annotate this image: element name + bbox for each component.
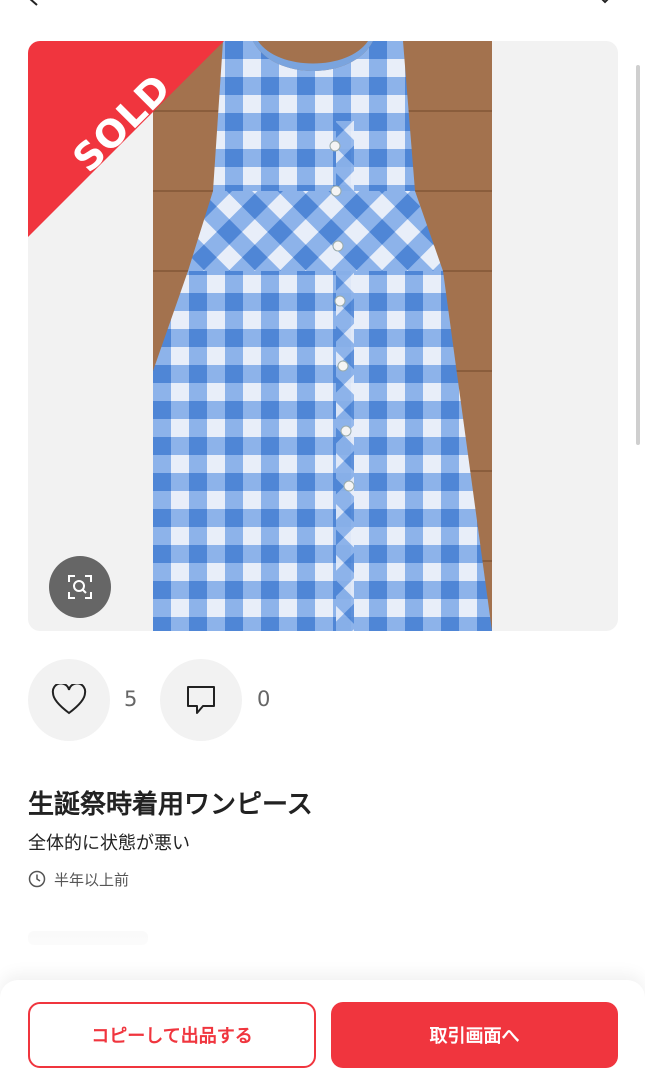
posted-time: 半年以上前 xyxy=(28,869,129,889)
product-image-carousel[interactable]: SOLD xyxy=(28,41,618,631)
zoom-scan-icon xyxy=(68,575,92,599)
like-button[interactable] xyxy=(28,659,110,741)
bottom-action-bar: コピーして出品する 取引画面へ xyxy=(0,980,645,1080)
comment-button[interactable] xyxy=(160,659,242,741)
comment-count: 0 xyxy=(257,687,271,711)
product-condition: 全体的に状態が悪い xyxy=(28,833,190,854)
chevron-left-icon[interactable] xyxy=(24,0,44,8)
top-bar xyxy=(0,0,645,30)
comment-icon xyxy=(187,686,215,714)
posted-time-text: 半年以上前 xyxy=(54,870,130,889)
zoom-button[interactable] xyxy=(49,556,111,618)
chevron-down-icon[interactable] xyxy=(595,0,615,8)
product-title: 生誕祭時着用ワンピース xyxy=(28,790,313,820)
fade-overlay xyxy=(0,915,645,975)
heart-icon xyxy=(51,684,87,715)
copy-listing-button[interactable]: コピーして出品する xyxy=(28,1002,316,1068)
go-to-trade-button[interactable]: 取引画面へ xyxy=(331,1002,618,1068)
engagement-row: 5 0 xyxy=(28,659,328,741)
scrollbar[interactable] xyxy=(636,65,640,445)
like-count: 5 xyxy=(124,687,138,711)
clock-icon xyxy=(28,870,46,888)
sold-badge: SOLD xyxy=(28,41,288,301)
